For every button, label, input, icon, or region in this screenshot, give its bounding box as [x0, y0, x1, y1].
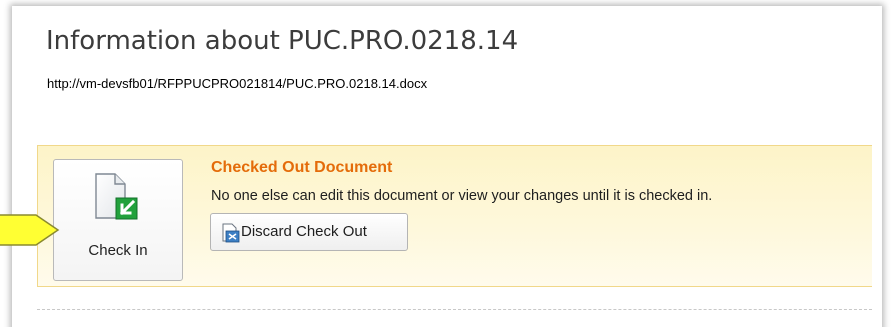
document-url: http://vm-devsfb01/RFPPUCPRO021814/PUC.P… [47, 76, 428, 91]
callout-arrow-icon [0, 214, 60, 246]
check-in-button[interactable]: Check In [53, 159, 183, 281]
discard-check-out-button[interactable]: Discard Check Out [210, 213, 408, 251]
discard-checkout-icon [222, 223, 240, 243]
document-checkin-icon [95, 173, 138, 220]
notice-title: Checked Out Document [211, 159, 393, 176]
check-in-label: Check In [88, 242, 148, 259]
discard-check-out-label: Discard Check Out [241, 223, 367, 240]
notice-message: No one else can edit this document or vi… [211, 188, 713, 204]
backstage-info-page: Information about PUC.PRO.0218.14 http:/… [0, 0, 896, 327]
page-title: Information about PUC.PRO.0218.14 [46, 26, 519, 56]
section-divider [37, 309, 872, 310]
